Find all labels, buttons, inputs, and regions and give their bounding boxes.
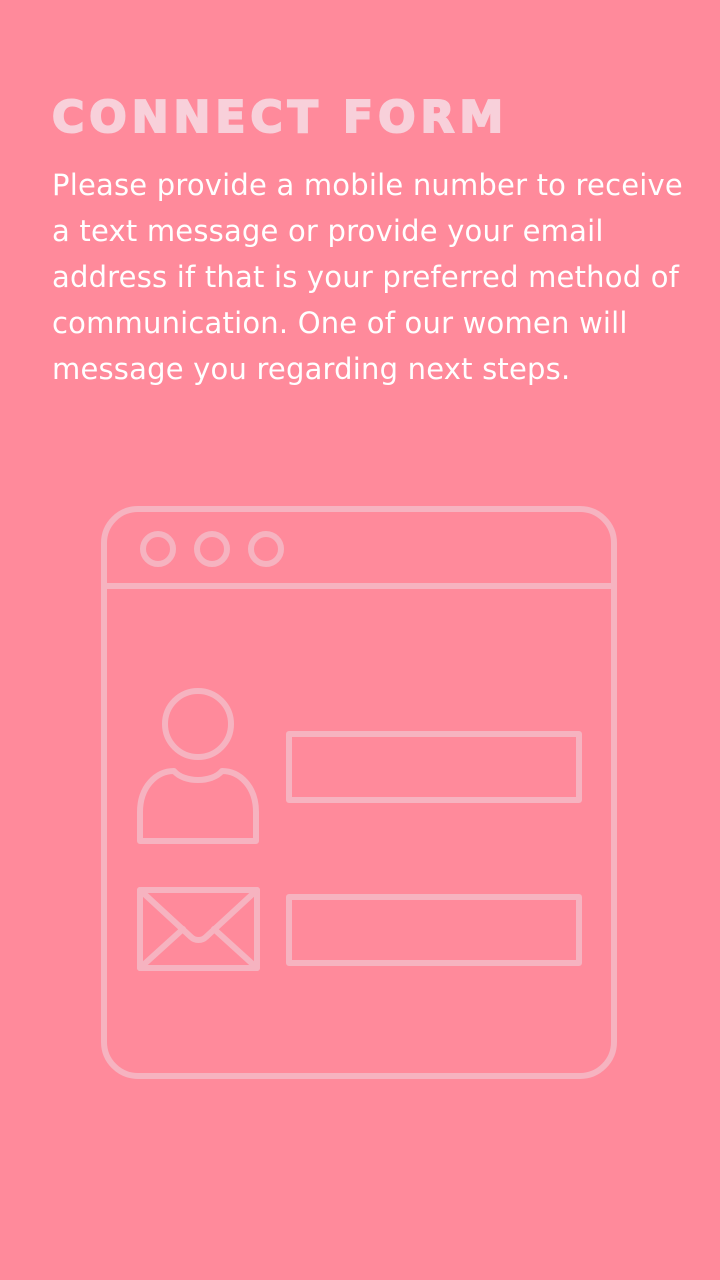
browser-window-frame (101, 506, 617, 1079)
form-window-illustration (101, 506, 617, 1079)
name-field-placeholder (286, 731, 582, 803)
email-field-placeholder (286, 894, 582, 966)
window-dots-icon (140, 531, 284, 567)
envelope-icon (137, 887, 260, 971)
person-icon (137, 688, 259, 844)
